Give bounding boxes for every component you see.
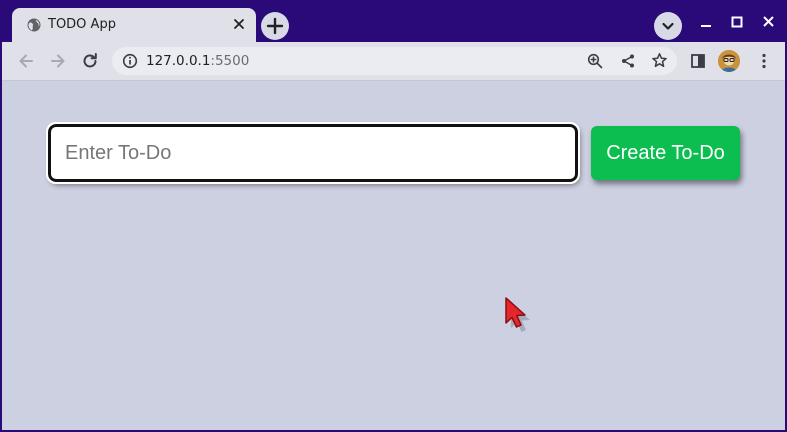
share-icon[interactable] — [620, 53, 636, 69]
zoom-icon[interactable] — [587, 53, 603, 69]
page-viewport: Create To-Do — [2, 81, 785, 430]
close-tab-icon[interactable] — [231, 16, 247, 32]
todo-input[interactable] — [46, 122, 580, 184]
create-todo-button[interactable]: Create To-Do — [591, 126, 740, 180]
side-panel-icon[interactable] — [688, 51, 708, 71]
profile-avatar[interactable] — [718, 50, 740, 72]
info-icon[interactable] — [122, 53, 138, 69]
minimize-icon[interactable] — [694, 12, 718, 36]
tab-strip: TODO App — [2, 2, 785, 42]
bookmark-star-icon[interactable] — [651, 52, 668, 69]
reload-icon[interactable] — [80, 51, 100, 71]
tab-search-button[interactable] — [654, 12, 682, 40]
mouse-pointer-icon — [505, 297, 530, 332]
tab-todo-app[interactable]: TODO App — [12, 8, 256, 42]
back-arrow-icon[interactable] — [16, 51, 36, 71]
url-port: :5500 — [210, 53, 250, 69]
url-text[interactable]: 127.0.0.1:5500 — [146, 53, 249, 69]
url-host: 127.0.0.1 — [146, 53, 211, 69]
maximize-icon[interactable] — [725, 12, 749, 36]
globe-icon — [27, 18, 41, 32]
browser-window: TODO App 127.0.0.1:5500 Enter To-Do Crea… — [2, 2, 785, 430]
avatar-icon — [718, 50, 740, 72]
chevron-down-icon — [662, 22, 674, 30]
address-bar[interactable]: 127.0.0.1:5500 — [112, 47, 677, 75]
plus-icon — [266, 17, 284, 35]
new-tab-button[interactable] — [261, 12, 289, 40]
browser-toolbar: 127.0.0.1:5500 — [2, 42, 785, 81]
close-window-icon[interactable] — [757, 12, 781, 36]
tab-title: TODO App — [48, 17, 116, 32]
kebab-menu-icon[interactable] — [754, 51, 774, 71]
forward-arrow-icon[interactable] — [48, 51, 68, 71]
